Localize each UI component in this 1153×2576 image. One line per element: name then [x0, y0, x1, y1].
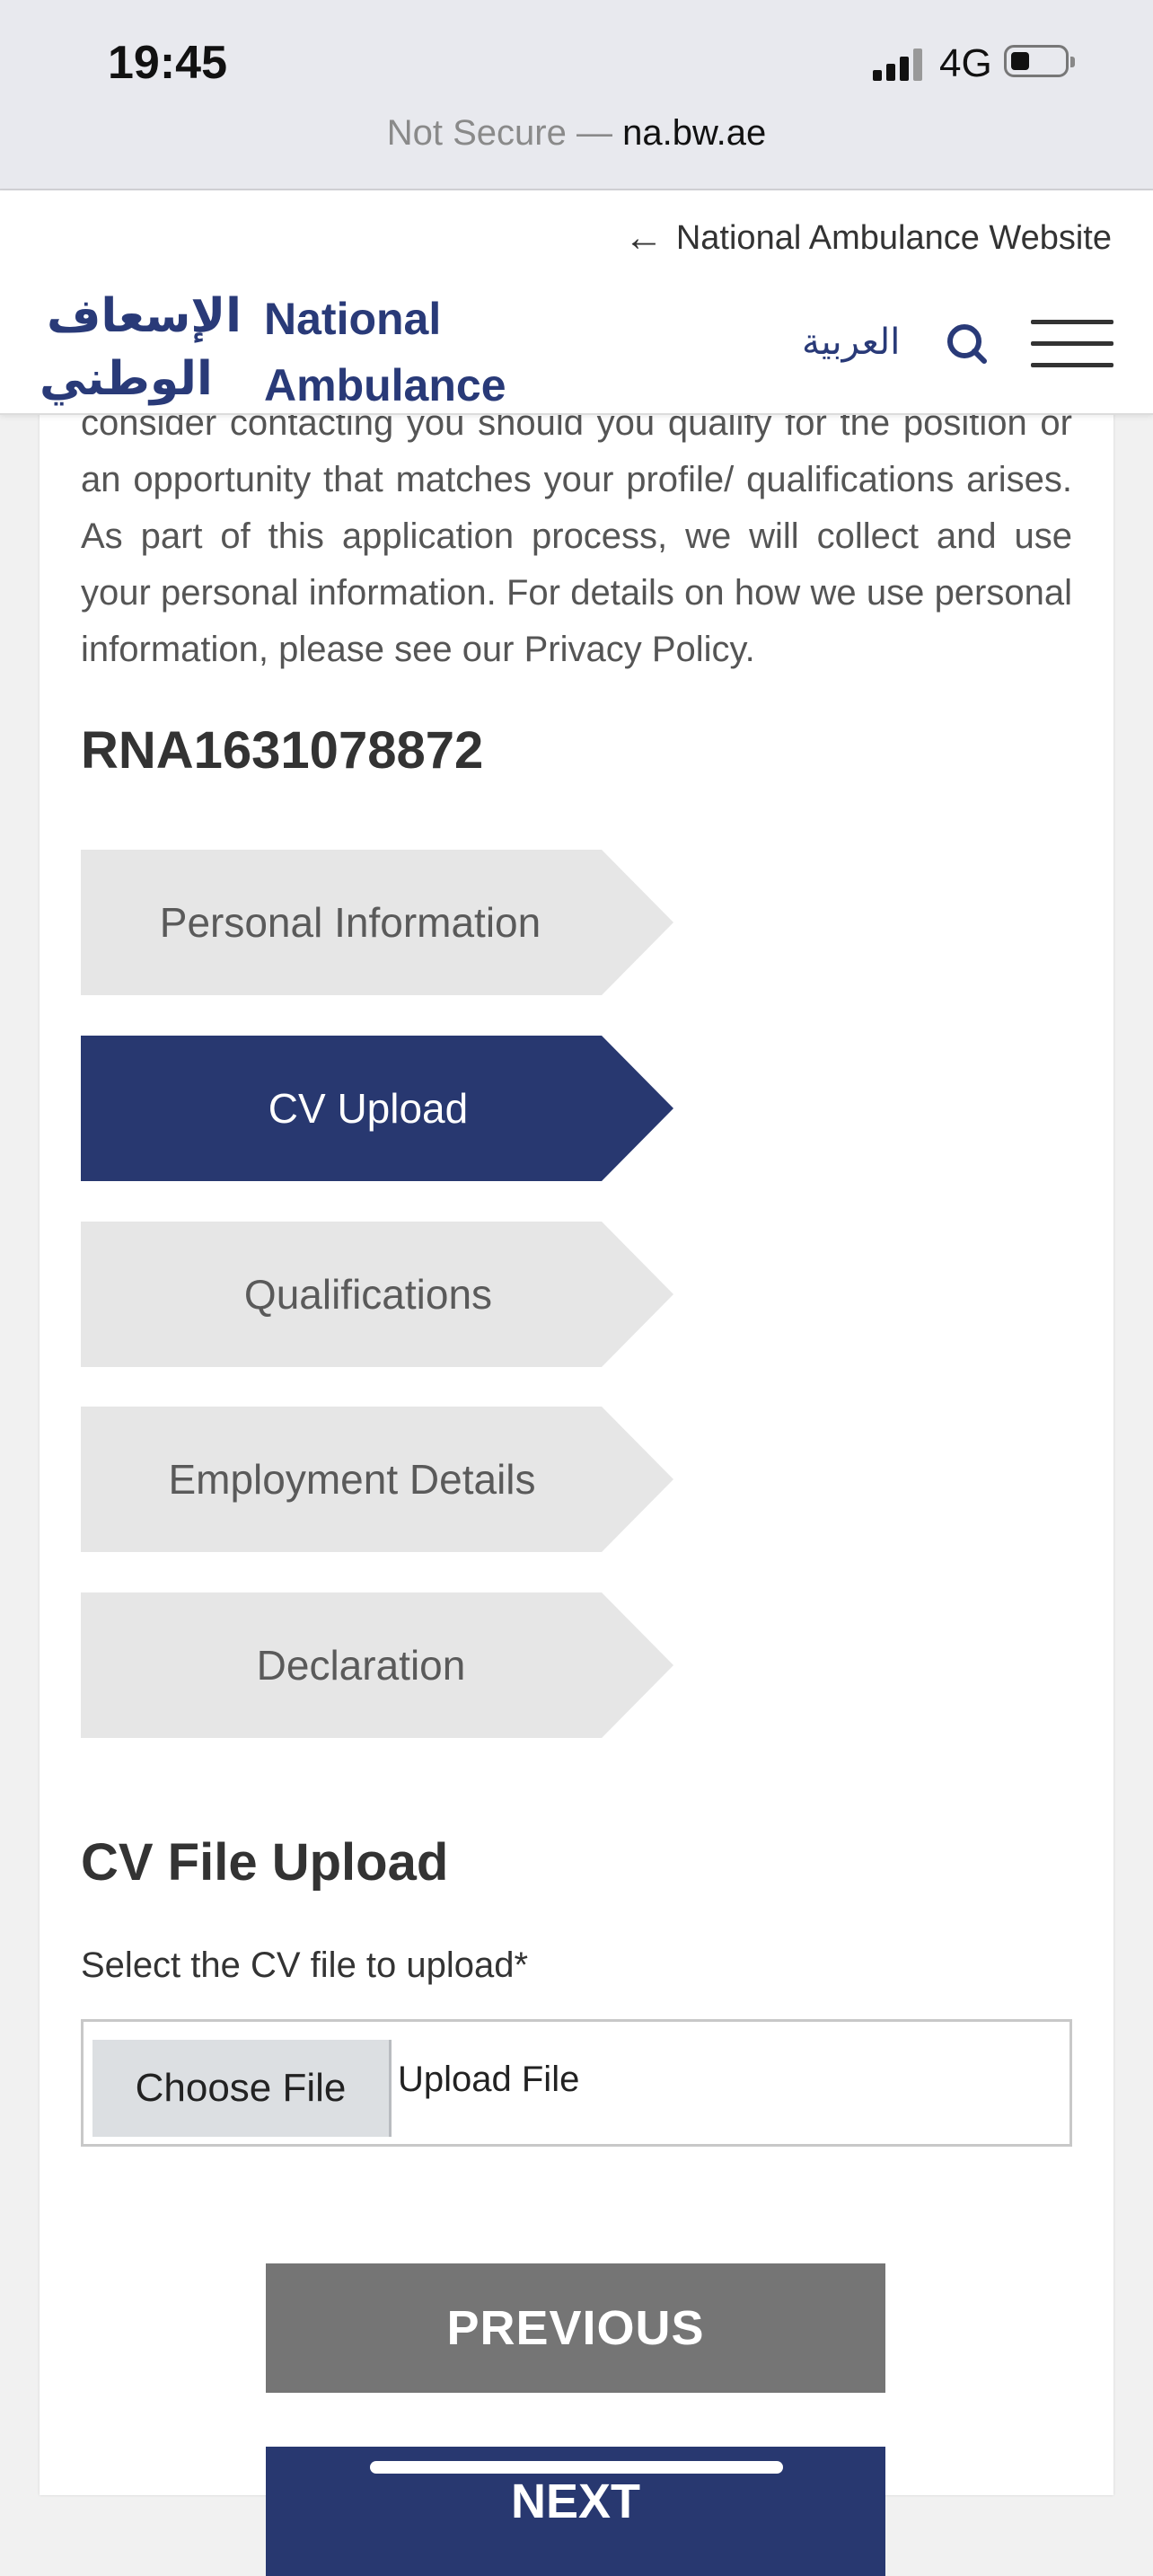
security-warning: Not Secure —: [386, 113, 612, 153]
step-qualifications[interactable]: Qualifications: [81, 1222, 673, 1367]
url-domain: na.bw.ae: [622, 113, 767, 153]
step-label: Qualifications: [243, 1271, 493, 1318]
step-label: CV Upload: [268, 1085, 469, 1132]
address-bar[interactable]: Not Secure — na.bw.ae: [0, 113, 1153, 154]
back-to-website-link[interactable]: ← National Ambulance Website: [624, 216, 1112, 260]
step-label: Declaration: [256, 1642, 466, 1689]
language-toggle[interactable]: العربية: [802, 322, 900, 363]
cv-file-field-label: Select the CV file to upload*: [81, 1945, 529, 1985]
search-icon[interactable]: [945, 322, 990, 366]
step-personal-information[interactable]: Personal Information: [81, 850, 673, 995]
step-cv-upload[interactable]: CV Upload: [81, 1036, 673, 1181]
file-status-text: Upload File: [398, 2060, 580, 2099]
hamburger-menu-icon[interactable]: [1031, 316, 1113, 374]
status-time: 19:45: [108, 37, 227, 89]
logo-arabic-line2: الوطني: [40, 352, 213, 406]
cv-upload-heading: CV File Upload: [81, 1833, 449, 1892]
battery-icon: [1004, 45, 1075, 77]
intro-paragraph: consider contacting you should you quali…: [81, 403, 1072, 669]
logo-english-line2: Ambulance: [264, 360, 506, 410]
step-label: Personal Information: [159, 899, 541, 946]
browser-top-bar: 19:45 4G Not Secure — na.bw.ae: [0, 0, 1153, 190]
back-link-label: National Ambulance Website: [675, 218, 1112, 257]
logo-english-line1: National: [264, 294, 442, 344]
home-indicator[interactable]: [370, 2461, 783, 2474]
step-employment-details[interactable]: Employment Details: [81, 1407, 673, 1552]
application-form-card: consider contacting you should you quali…: [40, 395, 1113, 2576]
cv-file-input[interactable]: Choose File Upload File: [81, 2019, 1072, 2147]
site-header: ← National Ambulance Website الإسعاف الو…: [0, 190, 1153, 415]
network-type: 4G: [939, 41, 992, 85]
previous-button[interactable]: PREVIOUS: [266, 2263, 885, 2393]
arrow-left-icon: ←: [623, 216, 664, 260]
step-label: Employment Details: [168, 1456, 536, 1503]
cellular-signal-icon: [873, 49, 923, 81]
logo-arabic-line1: الإسعاف: [47, 289, 242, 343]
national-ambulance-logo[interactable]: الإسعاف الوطني National Ambulance: [38, 280, 506, 410]
application-reference-number: RNA1631078872: [81, 721, 484, 780]
choose-file-button[interactable]: Choose File: [92, 2040, 392, 2137]
step-declaration[interactable]: Declaration: [81, 1592, 673, 1738]
